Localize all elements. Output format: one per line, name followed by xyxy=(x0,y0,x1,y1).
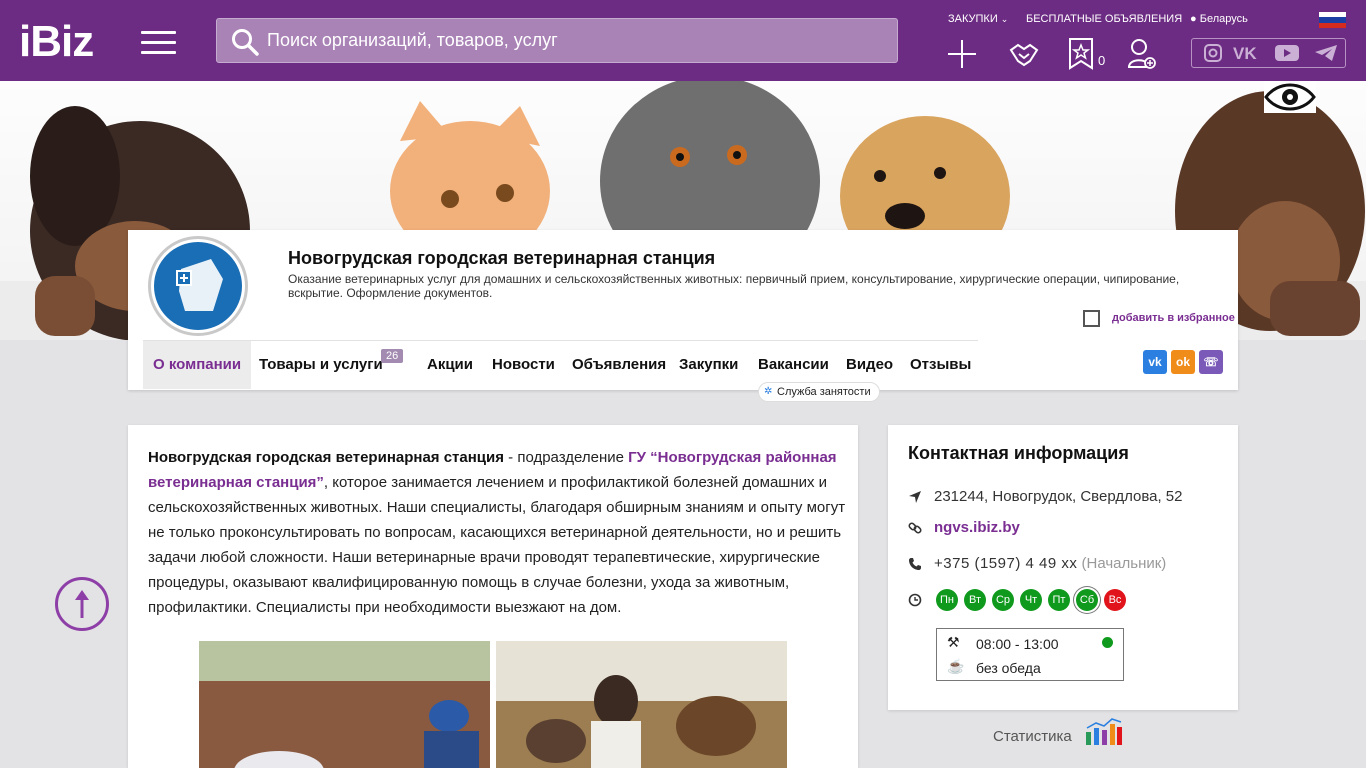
tab-goods[interactable]: Товары и услуги xyxy=(259,341,383,389)
tab-news[interactable]: Новости xyxy=(492,341,555,389)
contacts-card: Контактная информация 231244, Новогрудок… xyxy=(888,425,1238,710)
day-tue[interactable]: Вт xyxy=(964,589,986,611)
company-title: Новогрудская городская ветеринарная стан… xyxy=(288,248,716,268)
about-text-part1: - подразделение xyxy=(504,449,629,466)
russian-flag-icon[interactable] xyxy=(1319,12,1346,28)
day-mon[interactable]: Пн xyxy=(936,589,958,611)
day-wed[interactable]: Ср xyxy=(992,589,1014,611)
ok-share-icon[interactable]: ok xyxy=(1171,350,1195,374)
top-bar: iBiz ЗАКУПКИ ⌄ БЕСПЛАТНЫЕ ОБЪЯВЛЕНИЯ ● Б… xyxy=(0,0,1366,81)
day-fri[interactable]: Пт xyxy=(1048,589,1070,611)
chevron-down-icon: ⌄ xyxy=(1000,14,1009,24)
statistics-label: Статистика xyxy=(993,728,1072,745)
menu-icon[interactable] xyxy=(141,31,176,54)
social-links: VK xyxy=(1191,38,1346,68)
purchases-link[interactable]: ЗАКУПКИ ⌄ xyxy=(948,13,1008,25)
vet-photo-1[interactable] xyxy=(199,641,490,768)
day-sat[interactable]: Сб xyxy=(1076,589,1098,611)
handshake-icon[interactable] xyxy=(1008,37,1040,71)
sparkle-icon: ✲ xyxy=(764,386,773,397)
website-link[interactable]: ngvs.ibiz.by xyxy=(934,519,1020,536)
telegram-icon[interactable] xyxy=(1314,44,1338,62)
vk-icon[interactable]: VK xyxy=(1233,44,1263,62)
location-pin-icon: ● xyxy=(1190,13,1197,25)
contacts-title: Контактная информация xyxy=(908,443,1129,463)
accessibility-eye-icon[interactable] xyxy=(1264,81,1316,113)
tab-purchases[interactable]: Закупки xyxy=(679,341,738,389)
add-favorite-label[interactable]: добавить в избранное xyxy=(1112,312,1235,324)
about-text-part2: , которое занимается лечением и профилак… xyxy=(148,474,846,616)
vk-share-icon[interactable]: vk xyxy=(1143,350,1167,374)
link-icon xyxy=(908,522,922,534)
statistics-chart-icon xyxy=(1086,718,1122,745)
company-logo xyxy=(148,236,248,336)
favorites-count: 0 xyxy=(1098,53,1106,68)
company-card: Новогрудская городская ветеринарная стан… xyxy=(128,230,1238,390)
hours-text: 08:00 - 13:00 xyxy=(976,636,1059,652)
search-icon[interactable] xyxy=(231,28,259,56)
phone-icon xyxy=(909,558,921,570)
lunch-text: без обеда xyxy=(976,660,1041,676)
company-description: Оказание ветеринарных услуг для домашних… xyxy=(288,272,1180,300)
plus-icon[interactable] xyxy=(947,37,977,71)
tools-icon: ⚒ xyxy=(947,634,960,650)
search-input[interactable] xyxy=(267,19,887,62)
tab-ads[interactable]: Объявления xyxy=(572,341,666,389)
ibiz-logo[interactable]: iBiz xyxy=(19,20,94,64)
goods-count-badge: 26 xyxy=(381,349,404,363)
free-ads-link[interactable]: БЕСПЛАТНЫЕ ОБЪЯВЛЕНИЯ xyxy=(1026,13,1182,25)
about-section: Новогрудская городская ветеринарная стан… xyxy=(128,425,858,768)
employment-service-tooltip[interactable]: ✲ Служба занятости xyxy=(758,382,880,402)
region-selector[interactable]: ● Беларусь xyxy=(1190,13,1248,25)
tab-reviews[interactable]: Отзывы xyxy=(910,341,971,389)
phone-number[interactable]: +375 (1597) 4 49 xx (Начальник) xyxy=(934,555,1166,572)
instagram-icon[interactable] xyxy=(1203,44,1223,62)
phone-note: (Начальник) xyxy=(1081,555,1167,572)
coffee-icon: ☕ xyxy=(947,658,965,674)
clock-icon xyxy=(908,593,922,607)
tab-promotions[interactable]: Акции xyxy=(427,341,473,389)
location-arrow-icon xyxy=(909,491,921,503)
working-hours-popup: ⚒ 08:00 - 13:00 ☕ без обеда xyxy=(936,628,1124,681)
svg-text:VK: VK xyxy=(1233,44,1257,62)
day-thu[interactable]: Чт xyxy=(1020,589,1042,611)
search-box[interactable] xyxy=(216,18,898,63)
about-text: Новогрудская городская ветеринарная стан… xyxy=(148,445,848,620)
vet-photo-2[interactable] xyxy=(496,641,787,768)
company-name-bold: Новогрудская городская ветеринарная стан… xyxy=(148,449,504,466)
scroll-up-button[interactable] xyxy=(55,577,109,631)
add-user-icon[interactable] xyxy=(1127,37,1157,71)
statistics-link[interactable]: Статистика xyxy=(993,718,1122,745)
open-status-dot xyxy=(1102,637,1113,648)
viber-share-icon[interactable]: ☏ xyxy=(1199,350,1223,374)
arrow-up-icon xyxy=(75,590,89,618)
day-sun[interactable]: Вс xyxy=(1104,589,1126,611)
youtube-icon[interactable] xyxy=(1274,44,1300,62)
favorite-checkbox[interactable] xyxy=(1083,310,1100,327)
bookmark-star-icon[interactable] xyxy=(1068,37,1094,71)
tab-about[interactable]: О компании xyxy=(143,341,252,389)
